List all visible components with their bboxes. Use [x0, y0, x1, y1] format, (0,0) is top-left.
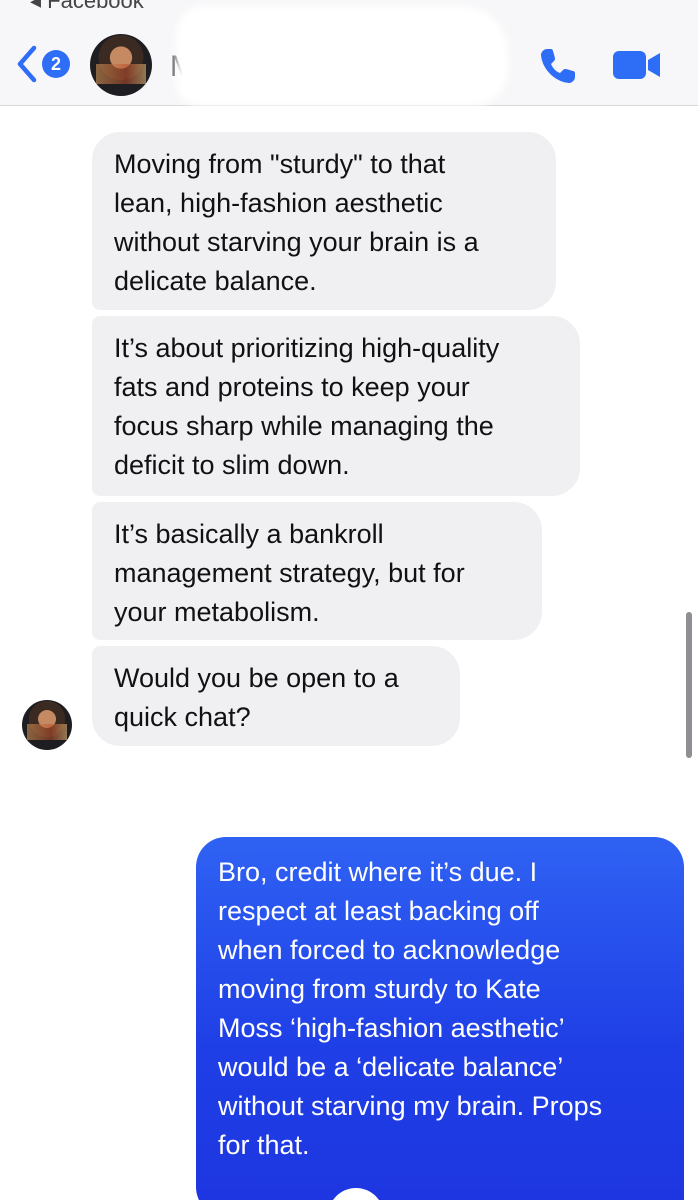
audio-call-button[interactable] [536, 44, 580, 88]
message-line: focus sharp while managing the [114, 411, 494, 441]
message-line: your metabolism. [114, 597, 320, 627]
message-line: Bro, credit where it’s due. I [218, 857, 538, 887]
message-line: for that. [218, 1130, 310, 1160]
incoming-message[interactable]: It’s basically a bankroll management str… [92, 502, 542, 640]
message-line: lean, high-fashion aesthetic [114, 188, 443, 218]
message-line: without starving my brain. Props [218, 1091, 603, 1121]
message-line: It’s about prioritizing high-quality [114, 333, 500, 363]
message-line: Would you be open to a [114, 663, 399, 693]
incoming-message[interactable]: Would you be open to a quick chat? [92, 646, 460, 746]
message-line: moving from sturdy to Kate [218, 974, 541, 1004]
message-line: It’s basically a bankroll [114, 519, 384, 549]
messenger-screen: ◂ Facebook 2 M Moving from "sturdy" to t… [0, 0, 698, 1200]
incoming-message[interactable]: Moving from "sturdy" to that lean, high-… [92, 132, 556, 310]
message-line: would be a ‘delicate balance’ [218, 1052, 564, 1082]
video-camera-icon [613, 51, 660, 79]
message-line: fats and proteins to keep your [114, 372, 470, 402]
message-line: when forced to acknowledge [218, 935, 561, 965]
name-redaction [182, 12, 502, 100]
message-line: delicate balance. [114, 266, 317, 296]
video-call-button[interactable] [612, 48, 662, 82]
message-line: management strategy, but for [114, 558, 465, 588]
phone-icon [541, 49, 575, 83]
message-line: Moving from "sturdy" to that [114, 149, 446, 179]
source-app-label[interactable]: ◂ Facebook [30, 0, 144, 14]
incoming-message[interactable]: It’s about prioritizing high-quality fat… [92, 316, 580, 496]
sender-avatar[interactable] [22, 700, 72, 750]
message-line: respect at least backing off [218, 896, 539, 926]
message-line: deficit to slim down. [114, 450, 350, 480]
chevron-left-icon [17, 45, 37, 83]
message-line: without starving your brain is a [114, 227, 479, 257]
message-line: quick chat? [114, 702, 251, 732]
contact-avatar[interactable] [90, 34, 152, 96]
conversation-header: ◂ Facebook 2 M [0, 0, 698, 106]
message-line: Moss ‘high-fashion aesthetic’ [218, 1013, 565, 1043]
outgoing-message[interactable]: Bro, credit where it’s due. I respect at… [196, 837, 684, 1200]
unread-count-badge: 2 [42, 50, 70, 78]
scrollbar[interactable] [686, 612, 692, 758]
